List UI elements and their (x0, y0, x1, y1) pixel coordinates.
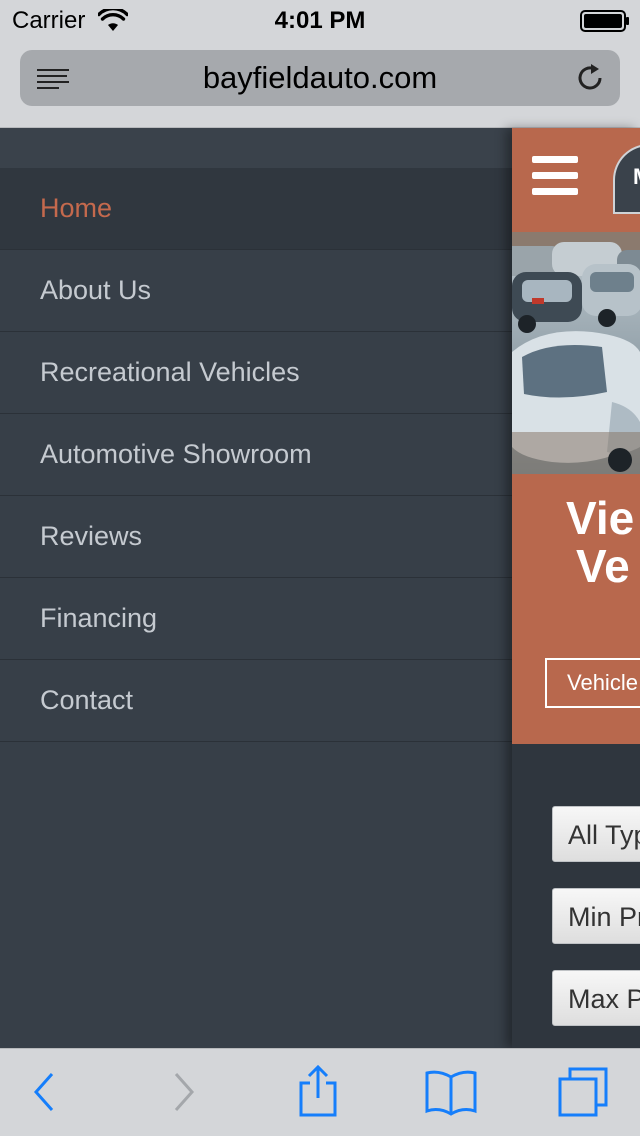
min-price-select[interactable]: Min Pr (552, 888, 640, 944)
promo-banner: Vie Ve Vehicle (512, 474, 640, 744)
menu-item-reviews[interactable]: Reviews (0, 496, 512, 578)
hamburger-icon[interactable] (532, 156, 578, 201)
view-vehicles-button[interactable]: Vehicle (545, 658, 640, 708)
browser-chrome-top: Carrier 4:01 PM bayfieldauto.com (0, 0, 640, 128)
menu-item-contact[interactable]: Contact (0, 660, 512, 742)
clock: 4:01 PM (274, 7, 366, 34)
max-price-select[interactable]: Max P (552, 970, 640, 1026)
url-text[interactable]: bayfieldauto.com (20, 50, 620, 106)
page-content: M (512, 128, 640, 1048)
promo-title-line-2: Ve (576, 540, 630, 592)
hero-cars-photo (512, 232, 640, 474)
battery-icon (580, 10, 630, 37)
menu-item-automotive-showroom[interactable]: Automotive Showroom (0, 414, 512, 496)
side-menu: Home About Us Recreational Vehicles Auto… (0, 128, 512, 1048)
back-icon[interactable] (30, 1071, 58, 1118)
reload-icon[interactable] (576, 63, 606, 98)
menu-item-recreational-vehicles[interactable]: Recreational Vehicles (0, 332, 512, 414)
browser-toolbar (0, 1048, 640, 1136)
share-icon[interactable] (298, 1064, 338, 1122)
promo-title: Vie Ve (566, 494, 640, 590)
site-header: M (512, 128, 640, 232)
vehicle-type-select[interactable]: All Typ (552, 806, 640, 862)
tabs-icon[interactable] (558, 1067, 608, 1122)
menu-top-strip (0, 128, 512, 168)
status-bar: Carrier 4:01 PM (0, 0, 640, 40)
bookmarks-icon[interactable] (424, 1069, 478, 1122)
menu-item-financing[interactable]: Financing (0, 578, 512, 660)
site-logo[interactable]: M (613, 144, 640, 214)
forward-icon[interactable] (170, 1071, 198, 1118)
menu-item-about-us[interactable]: About Us (0, 250, 512, 332)
menu-item-home[interactable]: Home (0, 168, 512, 250)
address-bar[interactable]: bayfieldauto.com (20, 50, 620, 106)
promo-title-line-1: Vie (566, 492, 635, 544)
logo-text: M (633, 164, 640, 190)
